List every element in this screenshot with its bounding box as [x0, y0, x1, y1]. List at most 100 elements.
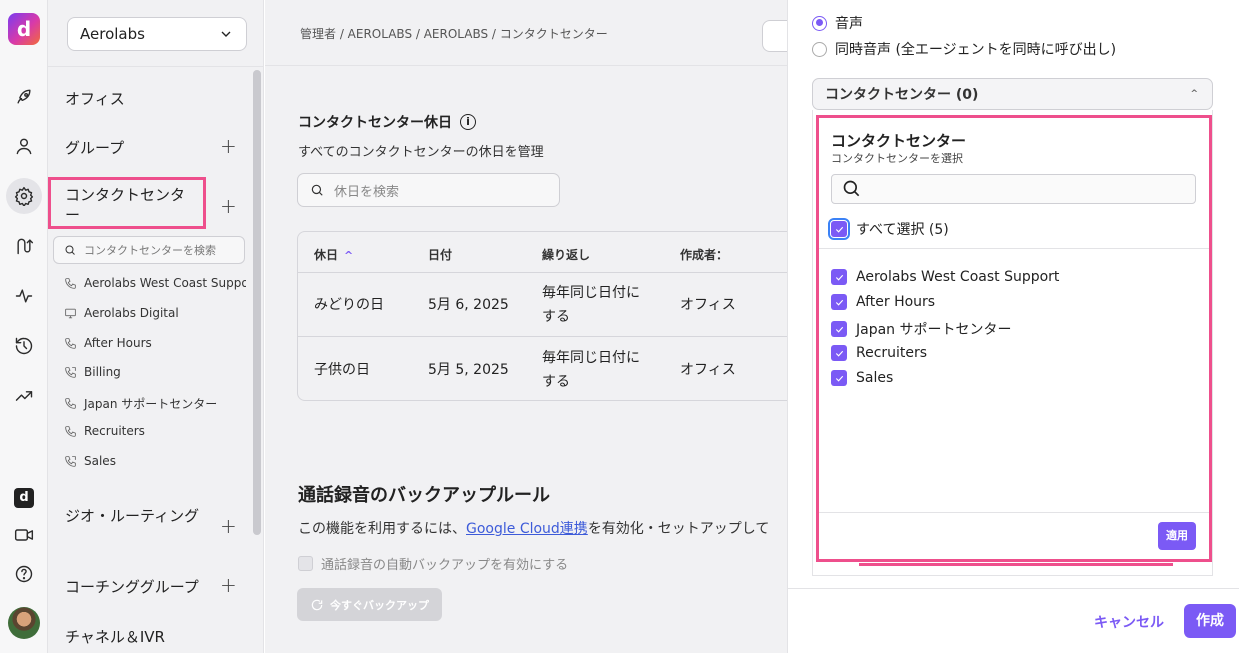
- add-coaching-group-button[interactable]: +: [220, 573, 237, 597]
- auto-backup-label: 通話録音の自動バックアップを有効にする: [321, 558, 569, 573]
- option-label: Japan サポートセンター: [856, 322, 1012, 338]
- menu-title: コンタクトセンター: [831, 132, 967, 150]
- rocket-icon[interactable]: [12, 85, 36, 109]
- trending-icon[interactable]: [12, 384, 36, 408]
- contact-center-label: Recruiters: [84, 424, 145, 438]
- search-icon: [843, 180, 860, 197]
- column-header-repeat[interactable]: 繰り返し: [542, 246, 590, 263]
- radio-simultaneous[interactable]: [812, 41, 827, 57]
- sidebar-divider: [48, 66, 264, 67]
- contact-center-item[interactable]: Recruiters: [64, 424, 246, 438]
- holiday-date: 5月 6, 2025: [428, 297, 509, 313]
- column-header-date[interactable]: 日付: [428, 246, 452, 263]
- contact-center-label: Aerolabs Digital: [84, 306, 179, 320]
- holiday-name[interactable]: 子供の日: [314, 358, 370, 382]
- select-all-row[interactable]: すべて選択 (5): [828, 218, 949, 240]
- contact-center-item[interactable]: Sales: [64, 454, 246, 468]
- sidebar-item-geo-routing[interactable]: ジオ・ルーティング: [65, 506, 205, 526]
- avatar[interactable]: [8, 607, 40, 639]
- holiday-creator: オフィス: [680, 297, 736, 313]
- sidebar-item-office[interactable]: オフィス: [65, 88, 125, 109]
- info-icon[interactable]: i: [460, 114, 476, 130]
- apply-button[interactable]: 適用: [1158, 522, 1196, 550]
- option-checkbox[interactable]: [831, 370, 847, 386]
- check-icon: [835, 226, 843, 233]
- holiday-name[interactable]: みどりの日: [314, 293, 384, 317]
- column-header-holiday[interactable]: 休日 ^: [314, 246, 353, 263]
- select-all-checkbox[interactable]: [828, 218, 850, 240]
- menu-search-input[interactable]: [831, 174, 1196, 204]
- contact-center-label: After Hours: [84, 336, 152, 350]
- add-geo-routing-button[interactable]: +: [220, 514, 237, 538]
- contact-center-item[interactable]: Aerolabs Digital: [64, 306, 246, 320]
- activity-icon[interactable]: [12, 284, 36, 308]
- contact-center-label: Japan サポートセンター: [84, 397, 218, 411]
- column-header-label: 休日: [314, 248, 339, 262]
- menu-option[interactable]: Sales: [831, 370, 893, 386]
- radio-voice-label: 音声: [835, 16, 863, 32]
- contact-center-item[interactable]: Japan サポートセンター: [64, 395, 246, 412]
- contact-center-item[interactable]: Billing: [64, 365, 246, 379]
- radio-voice[interactable]: [812, 15, 827, 31]
- menu-option[interactable]: Aerolabs West Coast Support: [831, 269, 1059, 285]
- holiday-repeat-line: する: [542, 309, 570, 325]
- contact-center-highlight: [48, 177, 206, 229]
- user-icon[interactable]: [12, 134, 36, 158]
- menu-divider: [819, 512, 1209, 513]
- cancel-button[interactable]: キャンセル: [1094, 612, 1164, 632]
- check-icon: [835, 274, 843, 281]
- contact-center-dropdown-label: コンタクトセンター (0): [825, 87, 979, 103]
- history-icon[interactable]: [12, 334, 36, 358]
- sort-ascending-icon[interactable]: ^: [344, 249, 353, 262]
- auto-backup-checkbox[interactable]: [298, 556, 313, 571]
- option-checkbox[interactable]: [831, 321, 847, 337]
- holiday-creator: オフィス: [680, 362, 736, 378]
- contact-center-item[interactable]: Aerolabs West Coast Support: [64, 276, 246, 290]
- sidebar-item-coaching-groups[interactable]: コーチンググループ: [65, 576, 199, 597]
- holidays-subtitle: すべてのコンタクトセンターの休日を管理: [298, 145, 544, 160]
- org-select[interactable]: Aerolabs: [67, 17, 247, 51]
- contact-center-item[interactable]: After Hours: [64, 336, 246, 350]
- google-cloud-link[interactable]: Google Cloud連携: [466, 521, 588, 537]
- search-icon: [311, 184, 323, 196]
- contact-center-search-input[interactable]: コンタクトセンターを検索: [53, 236, 245, 264]
- menu-option[interactable]: After Hours: [831, 294, 935, 310]
- option-checkbox[interactable]: [831, 345, 847, 361]
- holiday-repeat-line: 毎年同じ日付に: [542, 285, 640, 301]
- app-logo[interactable]: d: [8, 13, 40, 45]
- radio-simultaneous-row[interactable]: 同時音声 (全エージェントを同時に呼び出し): [812, 39, 1116, 59]
- sidebar-item-groups[interactable]: グループ: [65, 137, 124, 158]
- monitor-icon: [65, 308, 76, 318]
- menu-option[interactable]: Japan サポートセンター: [831, 319, 1012, 339]
- holiday-repeat-line: 毎年同じ日付に: [542, 350, 640, 366]
- auto-backup-checkbox-row: 通話録音の自動バックアップを有効にする: [298, 554, 568, 573]
- check-icon: [835, 326, 843, 333]
- holiday-search-input[interactable]: 休日を検索: [297, 173, 560, 207]
- backup-now-button[interactable]: 今すぐバックアップ: [297, 588, 442, 621]
- add-group-button[interactable]: +: [220, 134, 237, 158]
- menu-option[interactable]: Recruiters: [831, 345, 927, 361]
- column-header-creator[interactable]: 作成者：: [680, 246, 728, 263]
- menu-divider: [819, 248, 1209, 249]
- holidays-title: コンタクトセンター休日 i: [298, 112, 476, 132]
- routing-icon[interactable]: [12, 234, 36, 258]
- sidebar: Aerolabs オフィス グループ + コンタクトセンター + コンタクトセン…: [48, 0, 264, 653]
- create-button[interactable]: 作成: [1184, 604, 1236, 638]
- backup-now-label: 今すぐバックアップ: [330, 598, 429, 612]
- underlying-bar: [859, 563, 1173, 566]
- option-checkbox[interactable]: [831, 294, 847, 310]
- breadcrumb: 管理者 / AEROLABS / AEROLABS / コンタクトセンター: [300, 27, 608, 41]
- add-contact-center-button[interactable]: +: [220, 194, 237, 218]
- sidebar-scrollbar[interactable]: [253, 70, 261, 535]
- holiday-search-placeholder: 休日を検索: [334, 184, 400, 200]
- option-checkbox[interactable]: [831, 269, 847, 285]
- contact-center-dropdown[interactable]: コンタクトセンター (0) ^: [812, 78, 1213, 110]
- check-icon: [835, 350, 843, 357]
- video-icon[interactable]: [12, 523, 36, 547]
- backup-desc-text: この機能を利用するには、: [298, 521, 466, 537]
- gear-icon[interactable]: [6, 178, 42, 214]
- sidebar-item-channels-ivr[interactable]: チャネル＆IVR: [65, 626, 165, 647]
- radio-voice-row[interactable]: 音声: [812, 13, 863, 33]
- dialpad-logo-icon[interactable]: d: [14, 488, 34, 508]
- help-icon[interactable]: [12, 562, 36, 586]
